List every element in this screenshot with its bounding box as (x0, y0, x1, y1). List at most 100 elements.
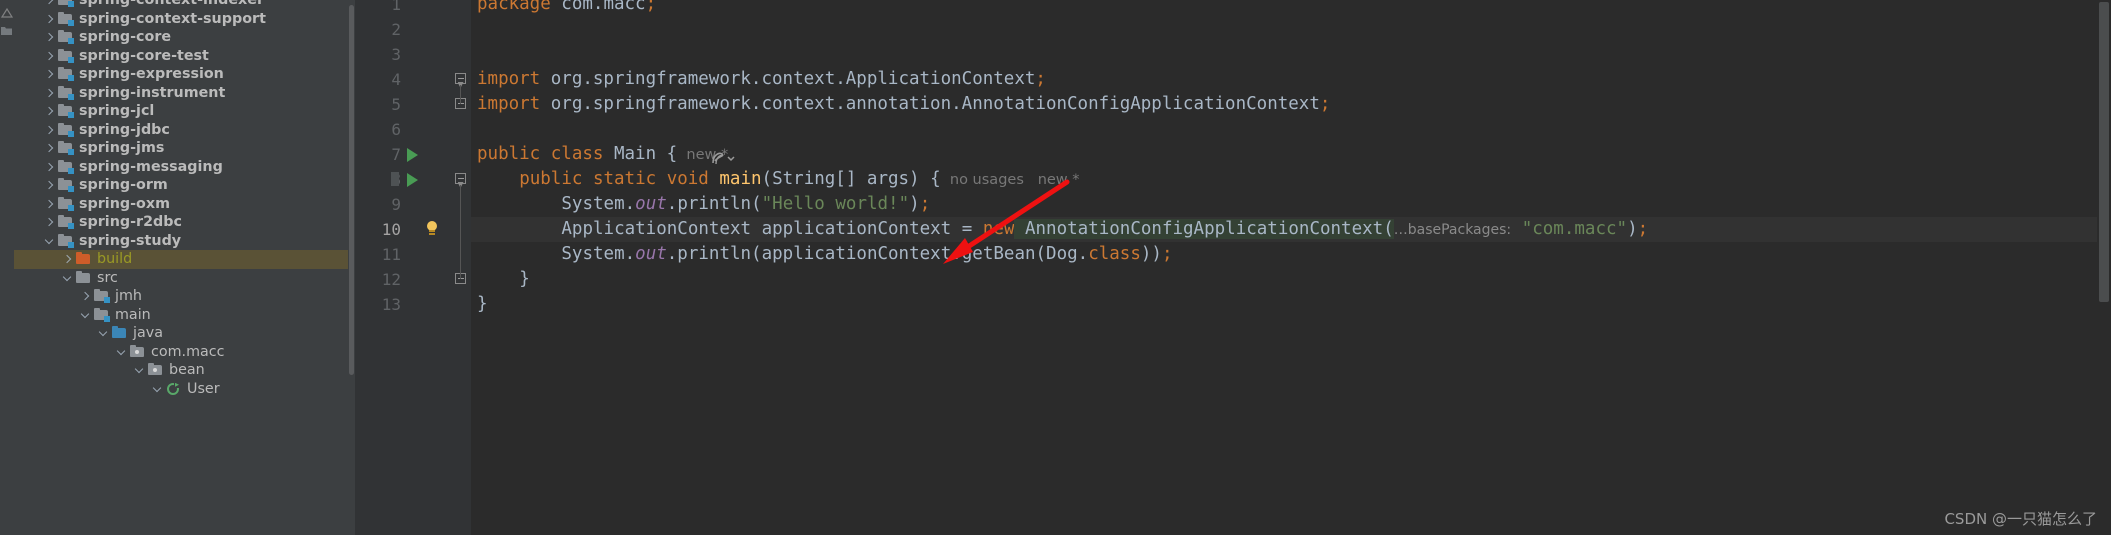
fold-marker-line-12[interactable] (455, 273, 468, 286)
gutter-marker-stub (391, 172, 399, 186)
bulb-base (429, 230, 435, 232)
tree-item-user[interactable]: User (14, 380, 355, 399)
chevron-right-icon[interactable] (44, 13, 55, 24)
code-line-5[interactable]: import org.springframework.context.annot… (477, 92, 1330, 117)
icon-badge (68, 149, 74, 156)
tree-item-label: spring-core-test (79, 47, 209, 64)
chevron-right-icon[interactable] (44, 161, 55, 172)
chevron-right-icon[interactable] (44, 69, 55, 80)
fold-marker-line-5[interactable] (455, 98, 468, 111)
tree-item-label: com.macc (151, 343, 225, 360)
chevron-down-icon[interactable] (44, 235, 55, 246)
icon-badge (68, 241, 74, 248)
chevron-right-icon[interactable] (44, 180, 55, 191)
code-token: ; (645, 0, 657, 14)
code-line-8[interactable]: public static void main(String[] args) {… (519, 167, 1079, 192)
tree-item-spring-oxm[interactable]: spring-oxm (14, 195, 355, 214)
spring-bean-gutter-icon[interactable] (711, 151, 735, 168)
tree-item-spring-context-support[interactable]: spring-context-support (14, 10, 355, 29)
tree-item-label: spring-jdbc (79, 121, 170, 138)
tree-item-src[interactable]: src (14, 269, 355, 288)
code-line-9[interactable]: System.out.println("Hello world!"); (561, 192, 930, 217)
code-line-1[interactable]: package com.macc; (477, 0, 656, 17)
chevron-down-icon[interactable] (116, 346, 127, 357)
chevron-right-icon[interactable] (44, 87, 55, 98)
tree-item-spring-core-test[interactable]: spring-core-test (14, 47, 355, 66)
chevron-right-icon[interactable] (44, 124, 55, 135)
chevron-right-icon[interactable] (44, 217, 55, 228)
tree-item-spring-messaging[interactable]: spring-messaging (14, 158, 355, 177)
code-token: out (635, 194, 667, 214)
chevron-right-icon[interactable] (44, 106, 55, 117)
code-line-13[interactable]: } (477, 292, 488, 317)
run-gutter-icon-line-7[interactable] (407, 148, 418, 162)
tree-item-spring-jcl[interactable]: spring-jcl (14, 102, 355, 121)
module-folder-icon (94, 289, 110, 304)
code-line-12[interactable]: } (519, 267, 530, 292)
code-line-4[interactable]: import org.springframework.context.Appli… (477, 67, 1046, 92)
tree-scrollbar[interactable] (348, 0, 355, 535)
project-tool-icon[interactable] (0, 4, 14, 18)
icon-badge (68, 130, 74, 137)
code-token: AnnotationConfigApplicationContext( (1014, 219, 1394, 239)
code-token: Main { (603, 144, 678, 164)
code-token: "com.macc" (1521, 219, 1628, 239)
editor-scrollbar-thumb[interactable] (2099, 2, 2109, 302)
run-gutter-icon-line-8[interactable] (407, 173, 418, 187)
tree-item-spring-r2dbc[interactable]: spring-r2dbc (14, 213, 355, 232)
tree-item-spring-study[interactable]: spring-study (14, 232, 355, 251)
code-line-7[interactable]: public class Main { new * (477, 142, 728, 167)
tree-item-main[interactable]: main (14, 306, 355, 325)
editor-panel[interactable]: package com.macc; import org.springframew… (355, 0, 2111, 535)
tool-window-strip[interactable] (0, 0, 14, 535)
tree-item-spring-expression[interactable]: spring-expression (14, 65, 355, 84)
intention-bulb-icon[interactable] (425, 221, 439, 239)
code-line-10[interactable]: ApplicationContext applicationContext = … (561, 217, 1648, 242)
chevron-down-icon[interactable] (152, 383, 163, 394)
tree-item-spring-instrument[interactable]: spring-instrument (14, 84, 355, 103)
chevron-right-icon[interactable] (44, 0, 55, 6)
tree-item-spring-core[interactable]: spring-core (14, 28, 355, 47)
tree-item-spring-context-indexer[interactable]: spring-context-indexer (14, 0, 355, 10)
editor-code-area[interactable]: package com.macc; import org.springframew… (471, 0, 2111, 535)
chevron-down-icon[interactable] (62, 272, 73, 283)
module-folder-icon (58, 122, 74, 137)
tree-scrollbar-thumb[interactable] (349, 5, 354, 375)
editor-annotation-column[interactable] (415, 0, 453, 535)
folder-tool-icon[interactable] (1, 22, 13, 35)
editor-vertical-scrollbar[interactable] (2097, 0, 2111, 535)
project-tree-panel[interactable]: spring-context-indexer spring-context-sup… (14, 0, 355, 535)
code-token: (String[] args) { (761, 169, 941, 189)
fold-marker-line-8[interactable] (455, 173, 468, 186)
tree-item-spring-jdbc[interactable]: spring-jdbc (14, 121, 355, 140)
tree-item-bean[interactable]: bean (14, 361, 355, 380)
tree-item-java[interactable]: java (14, 324, 355, 343)
fold-marker-line-4[interactable] (455, 73, 468, 86)
tree-item-jmh[interactable]: jmh (14, 287, 355, 306)
chevron-right-icon[interactable] (62, 254, 73, 265)
module-folder-icon (94, 307, 110, 322)
chevron-down-icon[interactable] (134, 365, 145, 376)
tree-item-spring-orm[interactable]: spring-orm (14, 176, 355, 195)
tree-item-com-macc[interactable]: com.macc (14, 343, 355, 362)
tree-item-label: spring-orm (79, 177, 168, 193)
icon-badge (153, 368, 157, 373)
chevron-right-icon[interactable] (44, 198, 55, 209)
chevron-right-icon[interactable] (44, 143, 55, 154)
code-token: println (677, 194, 752, 214)
chevron-right-icon[interactable] (80, 291, 91, 302)
code-line-11[interactable]: System.out.println(applicationContext.ge… (561, 242, 1172, 267)
module-folder-icon (58, 67, 74, 82)
fold-connector-line (460, 185, 461, 279)
chevron-down-icon[interactable] (98, 328, 109, 339)
icon-badge (104, 315, 110, 322)
ide-window: spring-context-indexer spring-context-sup… (0, 0, 2111, 535)
tree-item-build[interactable]: build (14, 250, 355, 269)
code-token: System. (561, 194, 636, 214)
tree-item-spring-jms[interactable]: spring-jms (14, 139, 355, 158)
chevron-down-icon[interactable] (80, 309, 91, 320)
tree-item-label: spring-context-indexer (79, 0, 265, 8)
chevron-right-icon[interactable] (44, 50, 55, 61)
chevron-right-icon[interactable] (44, 32, 55, 43)
